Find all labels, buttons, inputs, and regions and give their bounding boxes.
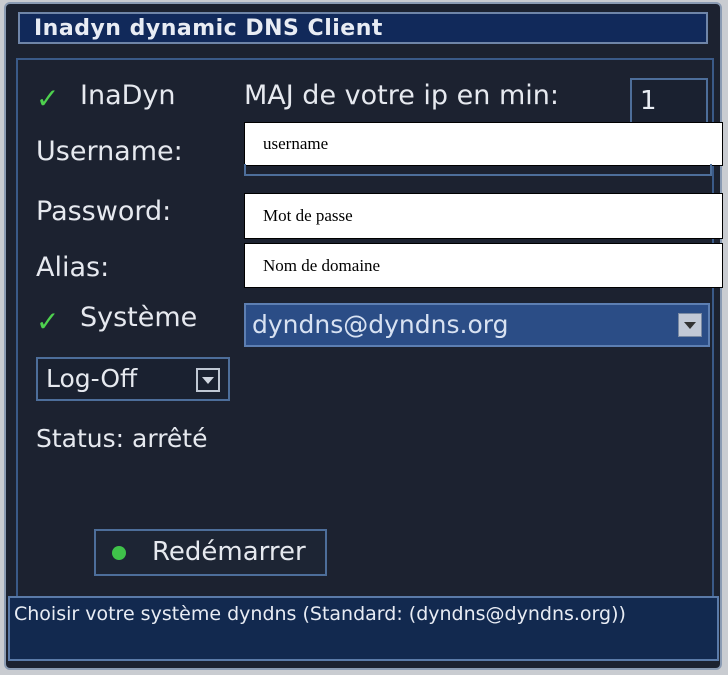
restart-label: Redémarrer [152, 537, 306, 567]
help-text-box: Choisir votre système dyndns (Standard: … [8, 596, 719, 661]
system-dropdown-value: dyndns@dyndns.org [252, 310, 509, 339]
update-interval-input[interactable]: 1 [630, 78, 708, 124]
username-label: Username: [36, 136, 183, 167]
password-input[interactable]: Mot de passe [244, 193, 723, 239]
title-bar: Inadyn dynamic DNS Client [18, 12, 708, 44]
alias-input[interactable]: Nom de domaine [244, 243, 723, 288]
system-checkbox[interactable]: ✓ [36, 308, 62, 336]
log-dropdown[interactable]: Log-Off [36, 357, 230, 401]
username-input[interactable]: username [244, 122, 723, 166]
status-text: Status: arrêté [36, 424, 208, 453]
system-dropdown[interactable]: dyndns@dyndns.org [244, 303, 710, 347]
chevron-down-icon[interactable] [678, 313, 702, 337]
window-title: Inadyn dynamic DNS Client [34, 16, 383, 41]
restart-button[interactable]: Redémarrer [94, 529, 327, 576]
update-interval-label: MAJ de votre ip en min: [244, 80, 559, 111]
log-dropdown-value: Log-Off [46, 364, 138, 393]
chevron-down-icon[interactable] [196, 368, 220, 392]
status-dot-icon [112, 546, 126, 560]
help-text: Choisir votre système dyndns (Standard: … [14, 603, 626, 625]
alias-label: Alias: [36, 252, 110, 283]
system-label: Système [80, 302, 198, 333]
inadyn-label: InaDyn [80, 80, 176, 111]
inadyn-checkbox[interactable]: ✓ [36, 85, 62, 113]
password-label: Password: [36, 196, 172, 227]
username-input-frame [244, 164, 712, 176]
